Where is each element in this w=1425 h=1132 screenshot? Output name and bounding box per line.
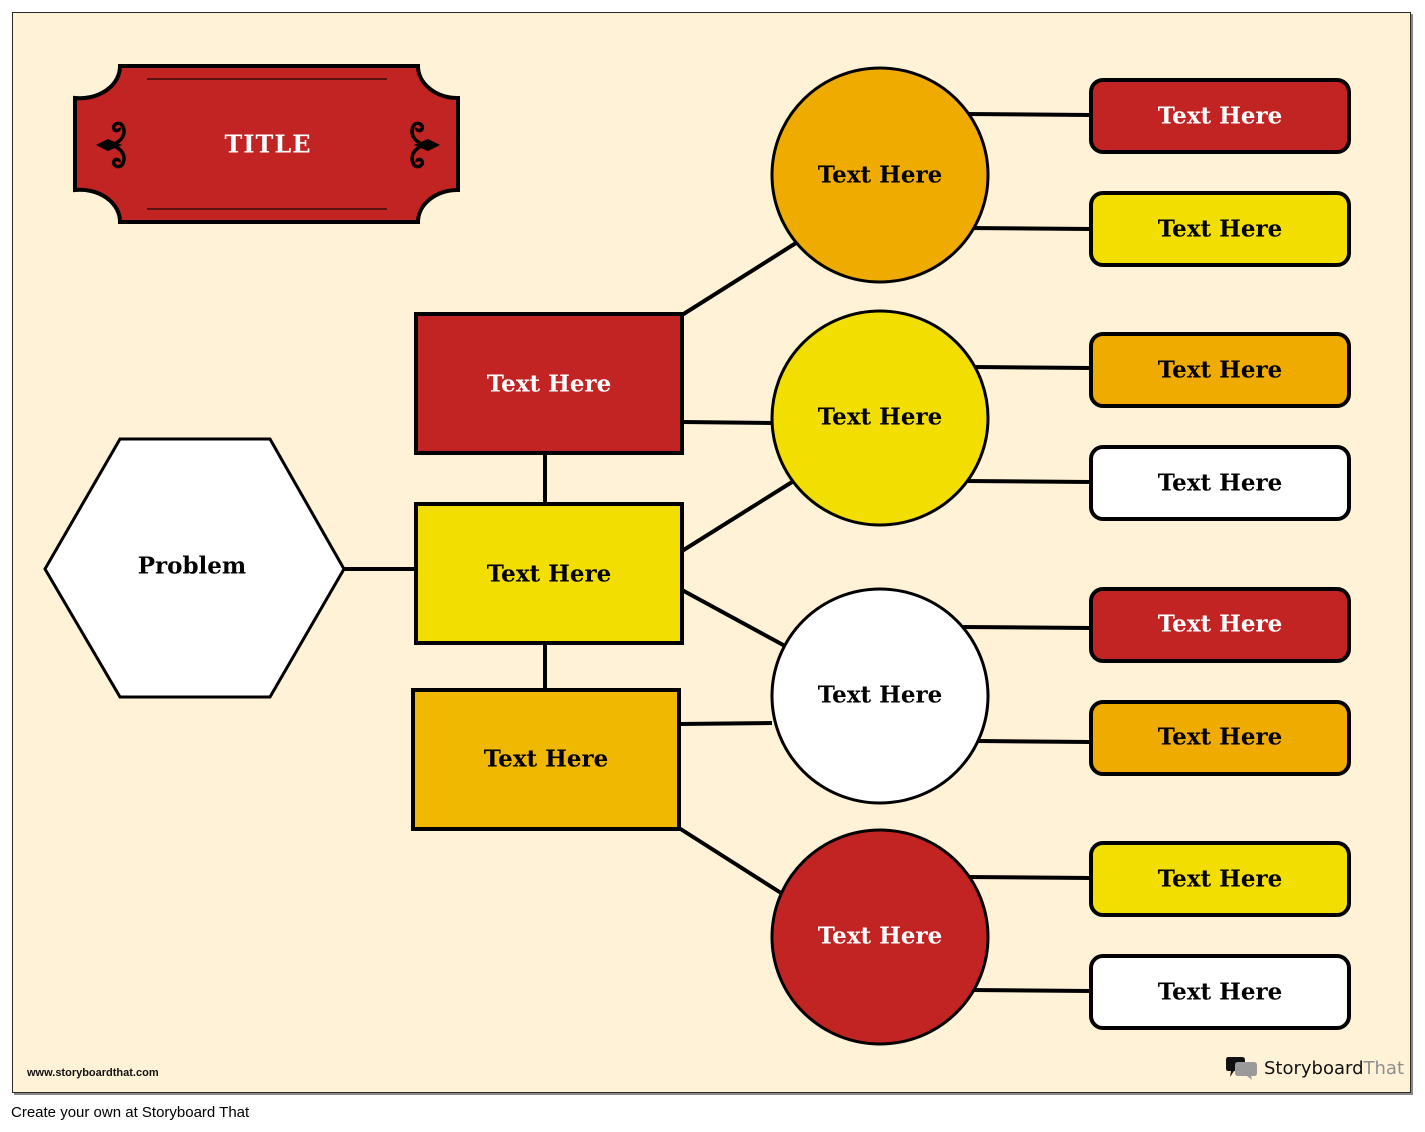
detail-label: Text Here: [1158, 216, 1283, 243]
connector-circle2-detail2: [965, 479, 1092, 484]
connector-cause2-circle2: [680, 480, 794, 553]
connector-circle1-detail1: [964, 112, 1092, 117]
connector-circle1-detail2: [967, 226, 1092, 231]
circle-label: Text Here: [818, 162, 943, 189]
circle-label: Text Here: [818, 404, 943, 431]
detail-node[interactable]: Text Here: [1089, 841, 1351, 917]
detail-label: Text Here: [1158, 611, 1283, 638]
detail-label: Text Here: [1158, 979, 1283, 1006]
connector-circle4-detail1: [965, 875, 1092, 880]
detail-label: Text Here: [1158, 724, 1283, 751]
circle-node[interactable]: Text Here: [770, 309, 990, 527]
connector-circle3-detail1: [961, 625, 1092, 630]
cause-label: Text Here: [484, 746, 609, 773]
circle-label: Text Here: [818, 923, 943, 950]
watermark-url: www.storyboardthat.com: [27, 1067, 159, 1079]
cause-label: Text Here: [487, 561, 612, 588]
detail-label: Text Here: [1158, 866, 1283, 893]
detail-node[interactable]: Text Here: [1089, 78, 1351, 154]
connector-circle3-detail2: [977, 739, 1092, 744]
circle-node[interactable]: Text Here: [770, 587, 990, 805]
speech-bubbles-icon: [1226, 1057, 1257, 1080]
detail-node[interactable]: Text Here: [1089, 332, 1351, 408]
cause-node[interactable]: Text Here: [414, 502, 684, 645]
detail-node[interactable]: Text Here: [1089, 700, 1351, 776]
detail-label: Text Here: [1158, 470, 1283, 497]
diagram: TITLE Problem Text Here Text Here Text H…: [43, 64, 1351, 1046]
brand-logo[interactable]: StoryboardThat: [1226, 1055, 1404, 1081]
detail-node[interactable]: Text Here: [1089, 587, 1351, 663]
footer-link[interactable]: Create your own at Storyboard That: [11, 1104, 249, 1121]
circle-label: Text Here: [818, 682, 943, 709]
connector-cause3-circle4: [677, 826, 783, 895]
detail-label: Text Here: [1158, 103, 1283, 130]
connector-cause1-circle2: [681, 420, 773, 425]
problem-node[interactable]: Problem: [43, 437, 346, 699]
problem-label: Problem: [138, 553, 247, 580]
cause-node[interactable]: Text Here: [411, 688, 681, 831]
title-text: TITLE: [224, 130, 311, 159]
circle-node[interactable]: Text Here: [770, 66, 990, 284]
connector-cause3-circle3: [678, 721, 773, 726]
cause-node[interactable]: Text Here: [414, 312, 684, 455]
brand-name: StoryboardThat: [1264, 1058, 1404, 1079]
connector-cause2-circle3: [681, 588, 786, 648]
detail-node[interactable]: Text Here: [1089, 191, 1351, 267]
cause-label: Text Here: [487, 371, 612, 398]
brand-name-part2: That: [1363, 1057, 1405, 1079]
detail-node[interactable]: Text Here: [1089, 954, 1351, 1030]
detail-label: Text Here: [1158, 357, 1283, 384]
title-banner[interactable]: TITLE: [73, 64, 460, 224]
detail-node[interactable]: Text Here: [1089, 445, 1351, 521]
connector-cause1-circle1: [680, 241, 798, 317]
brand-name-part1: Storyboard: [1264, 1057, 1364, 1079]
connector-circle4-detail2: [970, 988, 1092, 993]
connector-circle2-detail1: [972, 365, 1092, 370]
circle-node[interactable]: Text Here: [770, 828, 990, 1046]
